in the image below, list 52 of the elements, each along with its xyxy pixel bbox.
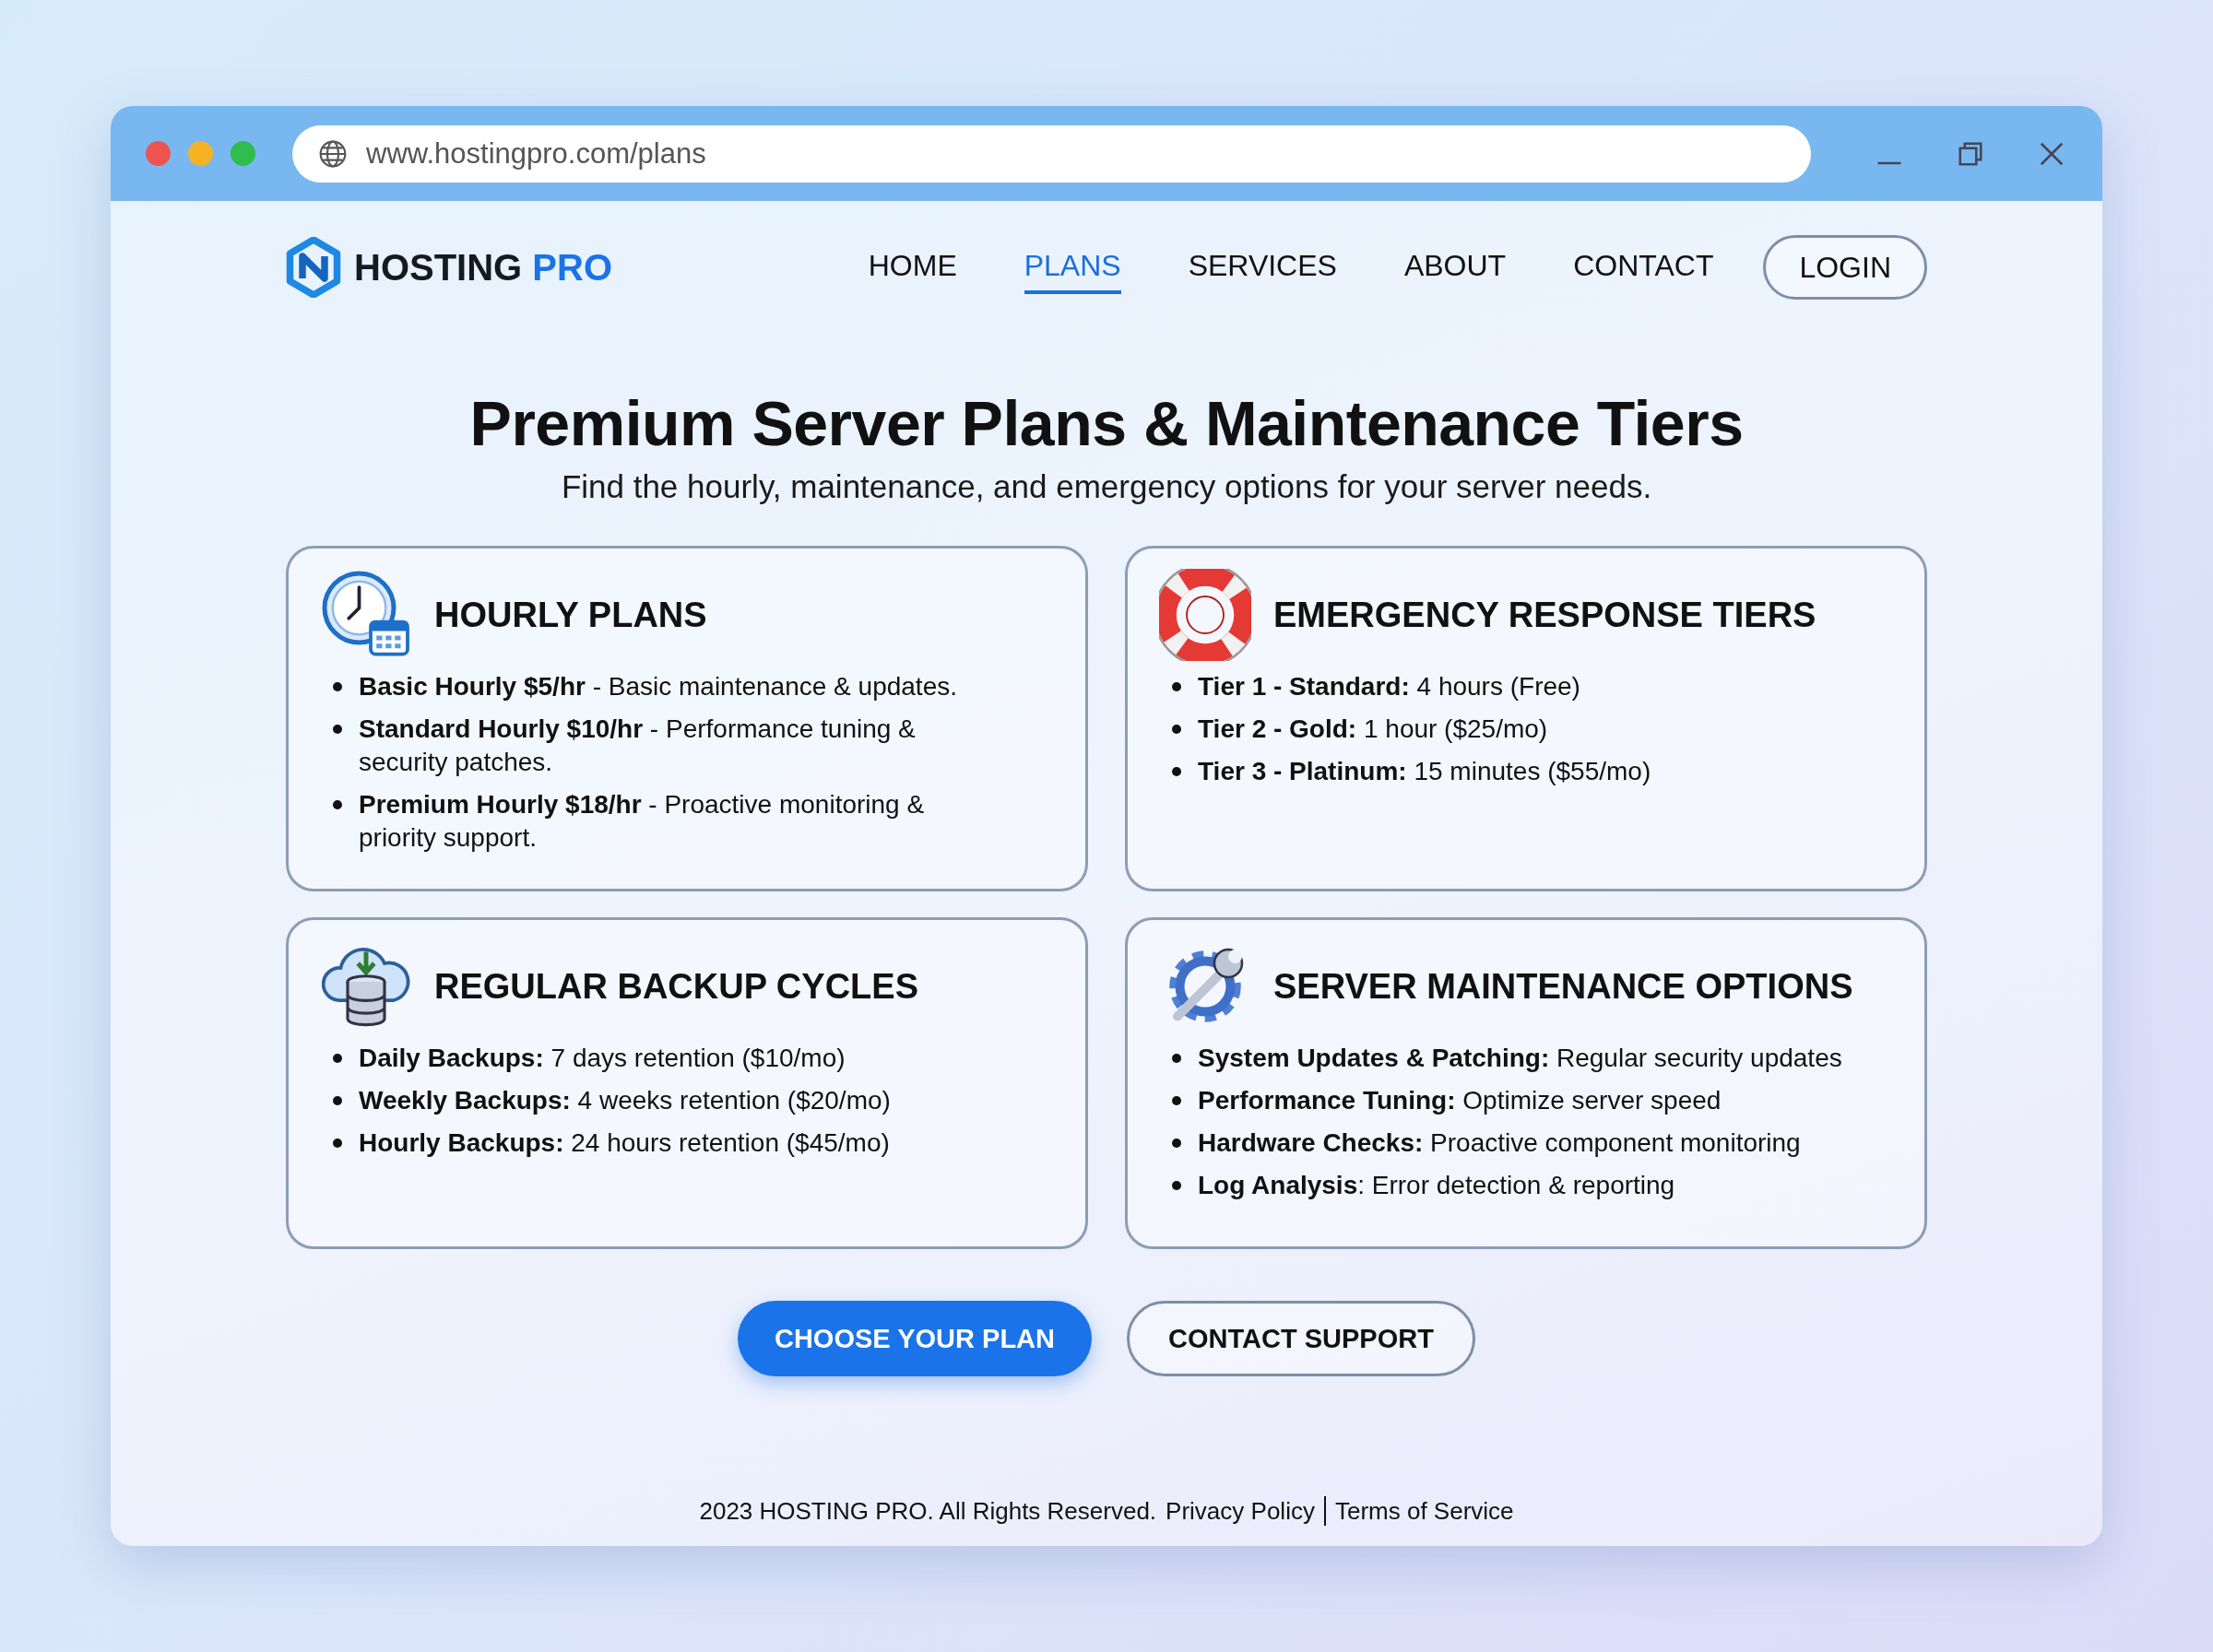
nav-link[interactable]: ABOUT: [1403, 241, 1507, 294]
bullet-icon: [333, 800, 342, 809]
list-item-text: Hardware Checks: Proactive component monitoring: [1198, 1127, 1801, 1159]
list-item-text: Tier 3 - Platinum: 15 minutes ($55/mo): [1198, 756, 1651, 787]
page-subheading: Find the hourly, maintenance, and emergency options for your server needs.: [560, 468, 1653, 505]
lifebuoy-icon: [1159, 569, 1251, 661]
bullet-icon: [333, 1096, 342, 1105]
url-text: www.hostingpro.com/plans: [366, 136, 706, 171]
list-item-text: Log Analysis: Error detection & reporting: [1198, 1170, 1675, 1201]
card-title: EMERGENCY RESPONSE TIERS: [1273, 595, 1817, 635]
bullet-icon: [333, 682, 342, 691]
nav-link[interactable]: HOME: [868, 241, 957, 294]
list-item-text: Weekly Backups: 4 weeks retention ($20/mo): [359, 1085, 891, 1116]
nav-link[interactable]: SERVICES: [1188, 241, 1337, 294]
footer-link[interactable]: Privacy Policy: [1166, 1496, 1315, 1526]
bullet-icon: [333, 1139, 342, 1148]
list-item-text: Tier 1 - Standard: 4 hours (Free): [1198, 671, 1580, 702]
list-item-text: Daily Backups: 7 days retention ($10/mo): [359, 1043, 846, 1074]
list-item-text: Premium Hourly $18/hr - Proactive monitoring & priority support.: [359, 789, 926, 854]
login-button[interactable]: LOGIN: [1763, 235, 1927, 300]
card-title: SERVER MAINTENANCE OPTIONS: [1273, 966, 1853, 1007]
list-item-text: Tier 2 - Gold: 1 hour ($25/mo): [1198, 714, 1548, 745]
logo-icon[interactable]: [286, 237, 341, 298]
bullet-icon: [333, 1054, 342, 1063]
list-item-text: Basic Hourly $5/hr - Basic maintenance & updates.: [359, 671, 957, 702]
list-item-text: Performance Tuning: Optimize server speed: [1198, 1085, 1722, 1116]
bullet-icon: [1172, 1139, 1181, 1148]
list-item-text: Standard Hourly $10/hr - Performance tuning & security patches.: [359, 714, 917, 778]
close-dot-icon[interactable]: [146, 141, 171, 166]
brand-name[interactable]: HOSTING PRO: [354, 246, 613, 289]
outline-button[interactable]: CONTACT SUPPORT: [1127, 1301, 1475, 1376]
card-title: HOURLY PLANS: [434, 595, 707, 635]
card-title: REGULAR BACKUP CYCLES: [434, 966, 918, 1007]
bullet-icon: [1172, 1096, 1181, 1105]
address-bar[interactable]: www.hostingpro.com/plans: [292, 124, 1811, 183]
bullet-icon: [1172, 725, 1181, 734]
copyright-text: 2023 HOSTING PRO. All Rights Reserved.: [699, 1496, 1157, 1526]
page-heading: Premium Server Plans & Maintenance Tiers: [468, 387, 1745, 459]
footer-link[interactable]: Terms of Service: [1334, 1496, 1514, 1526]
primary-button[interactable]: CHOOSE YOUR PLAN: [738, 1301, 1092, 1376]
bullet-icon: [1172, 1054, 1181, 1063]
globe-icon: [318, 138, 348, 169]
bullet-icon: [333, 725, 342, 734]
bullet-icon: [1172, 682, 1181, 691]
list-item-text: Hourly Backups: 24 hours retention ($45/mo): [359, 1127, 890, 1159]
list-item-text: System Updates & Patching: Regular security updates: [1198, 1043, 1842, 1074]
maximize-dot-icon[interactable]: [231, 141, 255, 166]
bullet-icon: [1172, 1181, 1181, 1190]
nav-link[interactable]: CONTACT: [1573, 241, 1714, 294]
bullet-icon: [1172, 767, 1181, 776]
nav-link[interactable]: PLANS: [1024, 241, 1121, 294]
minimize-dot-icon[interactable]: [188, 141, 213, 166]
